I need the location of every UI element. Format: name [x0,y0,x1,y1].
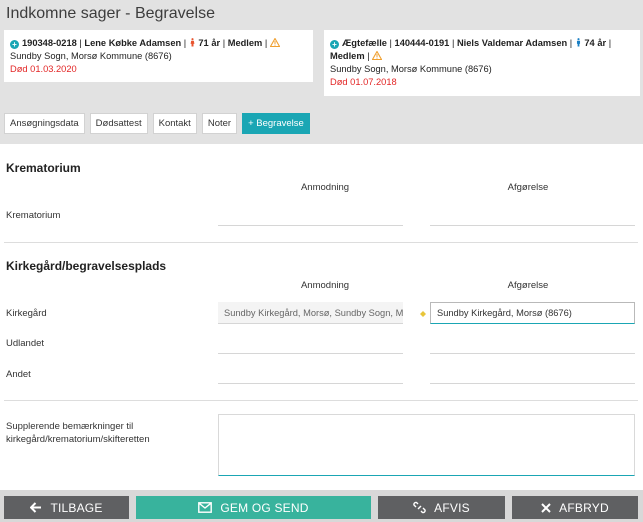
krematorium-col-request: Anmodning [300,182,350,193]
remarks-textarea[interactable] [218,414,635,476]
spouse-card: + Ægtefælle | 140444-0191 | Niels Valdema… [324,30,640,96]
envelope-icon [198,502,213,513]
warning-triangle-icon [372,51,383,60]
udlandet-decision-field[interactable] [430,332,635,354]
plus-circle-icon[interactable]: + [330,40,339,49]
krematorium-decision-field[interactable] [430,204,635,226]
kirkegaard-col-decision: Afgørelse [507,280,549,291]
andet-label: Andet [6,369,31,380]
spouse-location: Sundby Sogn, Morsø Kommune (8676) [330,64,492,74]
save-and-send-button[interactable]: GEM OG SEND [136,496,371,519]
krematorium-section-title: Krematorium [6,161,81,175]
arrow-left-icon [30,502,42,513]
diamond-icon [420,311,426,317]
deceased-location: Sundby Sogn, Morsø Kommune (8676) [10,51,172,61]
deceased-death-date: Død 01.03.2020 [10,64,77,74]
remarks-label-line2: kirkegård/krematorium/skifteretten [6,434,150,445]
page-title: Indkomne sager - Begravelse [6,5,215,22]
udlandet-label: Udlandet [6,338,45,349]
kirkegaard-decision-field[interactable]: Sundby Kirkegård, Morsø (8676) [430,302,635,324]
reject-button[interactable]: AFVIS [378,496,505,519]
deceased-membership: Medlem [227,38,263,48]
section-divider [4,400,638,401]
deceased-card: +190348-0218 | Lene Købke Adamsen | 71 å… [4,30,313,82]
deceased-age: 71 år [198,38,221,48]
andet-decision-field[interactable] [430,362,635,384]
tab-ansoegningsdata[interactable]: Ansøgningsdata [4,113,85,134]
spouse-membership: Medlem [330,51,365,61]
back-button-label: TILBAGE [50,500,103,515]
plus-circle-icon[interactable]: + [10,40,19,49]
header-area: Indkomne sager - Begravelse +190348-0218… [0,0,643,144]
tab-doedsattest[interactable]: Dødsattest [89,113,148,134]
person-male-icon [576,38,580,47]
kirkegaard-col-request: Anmodning [300,280,350,291]
cancel-button[interactable]: AFBRYD [512,496,638,519]
x-icon [541,502,551,513]
kirkegaard-request-field[interactable]: Sundby Kirkegård, Morsø, Sundby Sogn, Mo… [218,302,403,324]
remarks-label-line1: Supplerende bemærkninger til [6,421,134,432]
udlandet-request-field[interactable] [218,332,403,354]
remarks-label: Supplerende bemærkninger til kirkegård/k… [6,420,206,446]
spouse-death-date: Død 01.07.2018 [330,77,397,87]
spouse-name: Niels Valdemar Adamsen [456,38,568,48]
warning-triangle-icon [269,38,280,47]
krematorium-col-decision: Afgørelse [507,182,549,193]
tab-bar: Ansøgningsdata Dødsattest Kontakt Noter … [4,113,315,134]
krematorium-label: Krematorium [6,210,61,221]
kirkegaard-section-title: Kirkegård/begravelsesplads [6,259,167,273]
deceased-cpr: 190348-0218 [22,38,77,48]
save-and-send-label: GEM OG SEND [220,500,309,515]
krematorium-request-field[interactable] [218,204,403,226]
andet-request-field[interactable] [218,362,403,384]
deceased-name: Lene Købke Adamsen [84,38,182,48]
kirkegaard-label: Kirkegård [6,308,47,319]
tab-kontakt[interactable]: Kontakt [152,113,197,134]
person-female-icon [190,38,195,47]
chain-broken-icon [413,501,426,514]
spouse-relation: Ægtefælle [342,38,387,48]
tab-begravelse[interactable]: + Begravelse [242,113,310,134]
tab-noter[interactable]: Noter [201,113,238,134]
spouse-cpr: 140444-0191 [394,38,450,48]
reject-button-label: AFVIS [434,500,470,515]
spouse-age: 74 år [584,38,607,48]
back-button[interactable]: TILBAGE [4,496,129,519]
section-divider [4,242,638,243]
cancel-button-label: AFBRYD [559,500,609,515]
